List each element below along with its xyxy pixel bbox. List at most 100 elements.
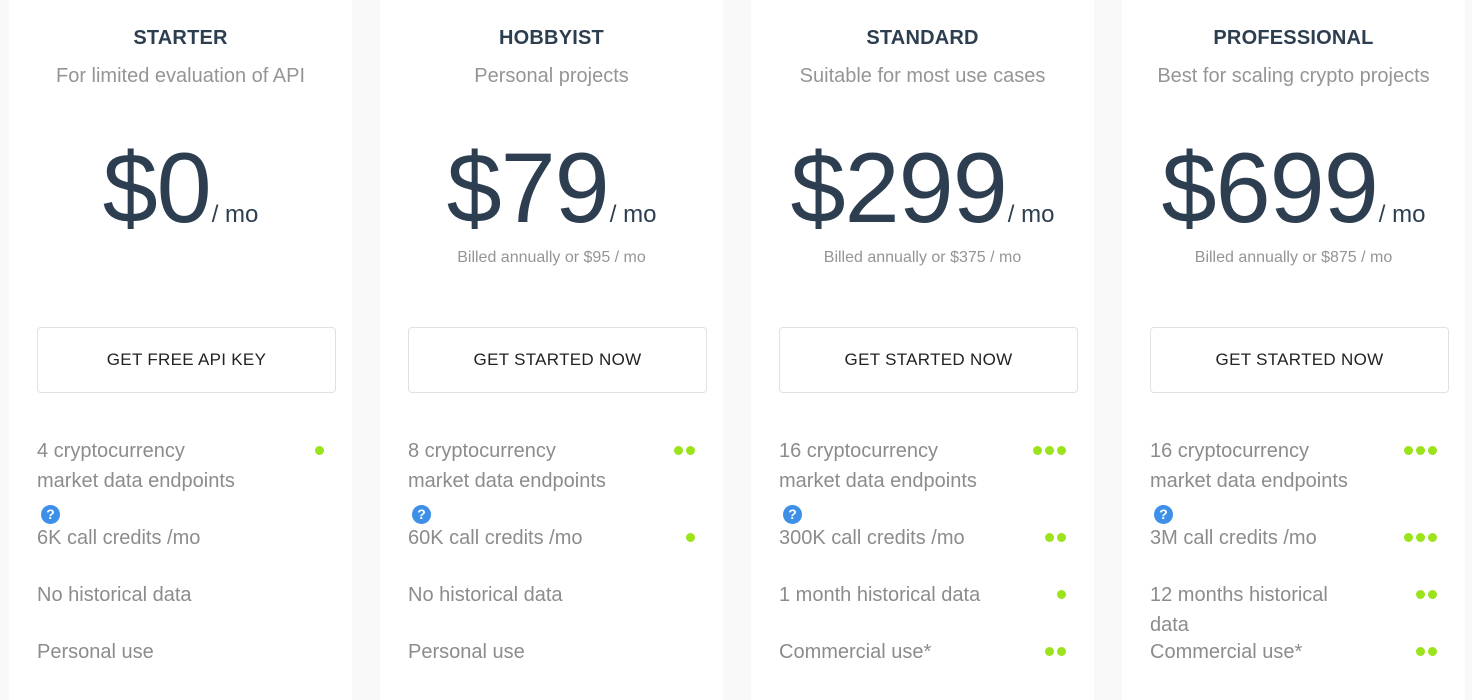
feature-level-indicator [1416,647,1437,656]
level-dot-icon [1033,446,1042,455]
plan-price: $299 [790,132,1008,243]
level-dot-icon [1045,533,1054,542]
feature-level-indicator [1404,533,1437,542]
pricing-card-standard: STANDARD Suitable for most use cases $29… [751,0,1094,700]
cta-button[interactable]: GET FREE API KEY [37,327,336,393]
feature-text: Commercial use* [779,641,932,663]
plan-price: $79 [446,132,610,243]
feature-text: 16 cryptocurrency market data endpoints [779,440,977,492]
feature-list: 16 cryptocurrency market data endpoints?… [1150,436,1437,667]
feature-text: Commercial use* [1150,641,1303,663]
feature-text: 8 cryptocurrency market data endpoints [408,440,606,492]
feature-list: 16 cryptocurrency market data endpoints?… [779,436,1066,667]
question-circle-icon[interactable]: ? [412,505,431,524]
level-dot-icon [1404,446,1413,455]
level-dot-icon [1416,533,1425,542]
billing-note: Billed annually or $375 / mo [823,249,1022,266]
plan-description: Best for scaling crypto projects [1157,65,1430,87]
feature-text: 4 cryptocurrency market data endpoints [37,440,235,492]
level-dot-icon [1416,647,1425,656]
level-dot-icon [674,446,683,455]
question-circle-icon[interactable]: ? [1154,505,1173,524]
feature-text: Personal use [37,641,154,663]
level-dot-icon [315,446,324,455]
pricing-card-hobbyist: HOBBYIST Personal projects $79/ mo Bille… [380,0,723,700]
feature-item: No historical data [408,580,695,637]
feature-item: 12 months historical data [1150,580,1437,637]
feature-level-indicator [1045,647,1066,656]
feature-item: 16 cryptocurrency market data endpoints? [779,436,1066,524]
price-period: / mo [1378,201,1426,228]
feature-level-indicator [1416,590,1437,599]
pricing-card-starter: STARTER For limited evaluation of API $0… [9,0,352,700]
feature-level-indicator [1033,446,1066,455]
feature-level-indicator [1404,446,1437,455]
billing-note: Billed annually or $95 / mo [457,249,646,266]
plan-price: $0 [102,132,212,243]
feature-text: No historical data [408,584,563,606]
plan-description: Personal projects [474,65,629,87]
feature-text: 3M call credits /mo [1150,527,1317,549]
billing-note: Billed annually or $875 / mo [1194,249,1393,266]
plan-price: $699 [1161,132,1379,243]
feature-text: No historical data [37,584,192,606]
plan-name: STANDARD [866,27,979,49]
feature-text: 60K call credits /mo [408,527,583,549]
price-row: $79/ mo [380,138,723,238]
plan-name: PROFESSIONAL [1213,27,1374,49]
price-period: / mo [1007,201,1055,228]
level-dot-icon [1428,590,1437,599]
question-circle-icon[interactable]: ? [41,505,60,524]
feature-text: 12 months historical data [1150,584,1328,636]
feature-item: 6K call credits /mo [37,523,324,580]
feature-text: 6K call credits /mo [37,527,201,549]
level-dot-icon [1428,446,1437,455]
feature-item: 4 cryptocurrency market data endpoints? [37,436,324,524]
feature-item: 1 month historical data [779,580,1066,637]
level-dot-icon [1045,647,1054,656]
feature-item: Commercial use* [1150,637,1437,667]
price-row: $699/ mo [1122,138,1465,238]
level-dot-icon [686,533,695,542]
feature-item: 300K call credits /mo [779,523,1066,580]
level-dot-icon [1057,590,1066,599]
price-row: $0/ mo [9,138,352,238]
feature-text: 16 cryptocurrency market data endpoints [1150,440,1348,492]
level-dot-icon [1416,446,1425,455]
level-dot-icon [1057,647,1066,656]
feature-list: 4 cryptocurrency market data endpoints? 6… [37,436,324,667]
feature-text: Personal use [408,641,525,663]
price-period: / mo [609,201,657,228]
level-dot-icon [686,446,695,455]
level-dot-icon [1404,533,1413,542]
plan-description: Suitable for most use cases [799,65,1046,87]
feature-list: 8 cryptocurrency market data endpoints? 6… [408,436,695,667]
plan-name: HOBBYIST [499,27,604,49]
price-period: / mo [211,201,259,228]
plan-description: For limited evaluation of API [55,65,305,87]
level-dot-icon [1045,446,1054,455]
level-dot-icon [1057,533,1066,542]
level-dot-icon [1428,647,1437,656]
cta-button[interactable]: GET STARTED NOW [408,327,707,393]
plan-name: STARTER [133,27,228,49]
feature-text: 300K call credits /mo [779,527,965,549]
feature-item: Personal use [37,637,324,667]
level-dot-icon [1416,590,1425,599]
feature-level-indicator [686,533,695,542]
feature-item: No historical data [37,580,324,637]
question-circle-icon[interactable]: ? [783,505,802,524]
feature-item: 16 cryptocurrency market data endpoints? [1150,436,1437,524]
level-dot-icon [1057,446,1066,455]
feature-level-indicator [1057,590,1066,599]
cta-button[interactable]: GET STARTED NOW [779,327,1078,393]
price-row: $299/ mo [751,138,1094,238]
feature-item: Personal use [408,637,695,667]
feature-text: 1 month historical data [779,584,981,606]
cta-button[interactable]: GET STARTED NOW [1150,327,1449,393]
pricing-card-professional: PROFESSIONAL Best for scaling crypto pro… [1122,0,1465,700]
feature-item: 60K call credits /mo [408,523,695,580]
feature-level-indicator [315,446,324,455]
feature-item: 8 cryptocurrency market data endpoints? [408,436,695,524]
feature-item: 3M call credits /mo [1150,523,1437,580]
